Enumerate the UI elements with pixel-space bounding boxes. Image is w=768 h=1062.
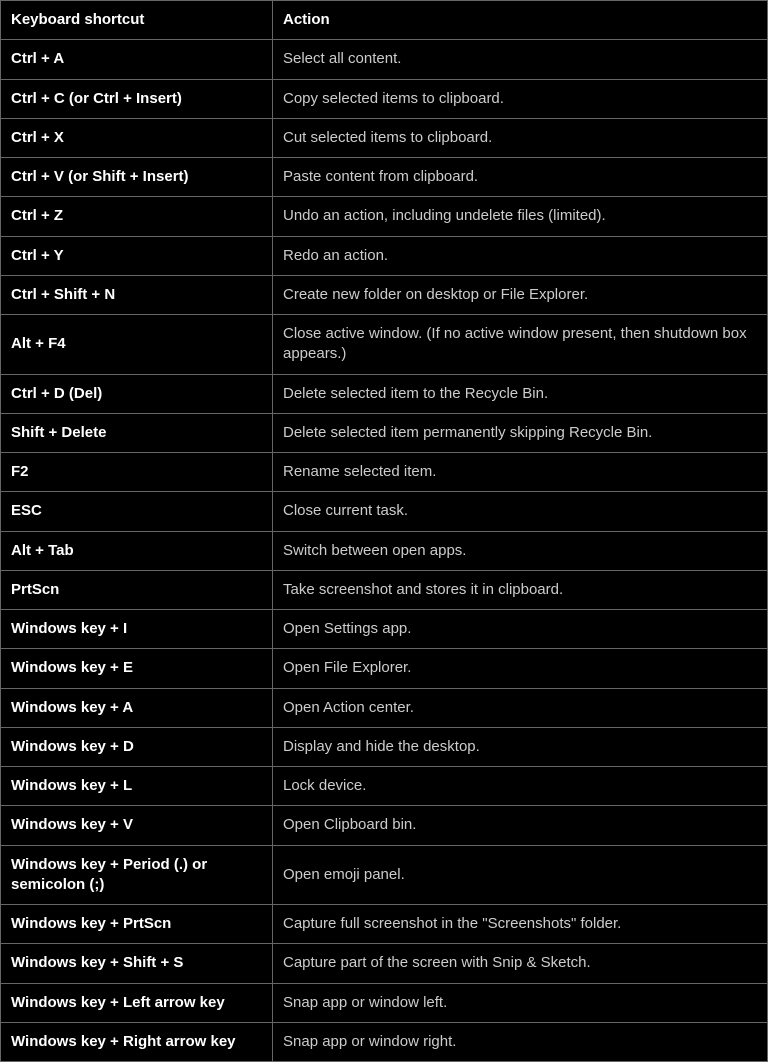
header-shortcut: Keyboard shortcut: [1, 1, 273, 40]
table-row: Windows key + VOpen Clipboard bin.: [1, 806, 768, 845]
shortcut-cell: Ctrl + V (or Shift + Insert): [1, 158, 273, 197]
shortcut-cell: Windows key + Period (.) or semicolon (;…: [1, 845, 273, 905]
action-cell: Open emoji panel.: [273, 845, 768, 905]
shortcut-cell: Windows key + Left arrow key: [1, 983, 273, 1022]
shortcut-cell: Windows key + D: [1, 727, 273, 766]
table-row: Windows key + DDisplay and hide the desk…: [1, 727, 768, 766]
shortcut-cell: Alt + Tab: [1, 531, 273, 570]
shortcut-cell: Windows key + A: [1, 688, 273, 727]
action-cell: Snap app or window left.: [273, 983, 768, 1022]
shortcut-cell: Ctrl + A: [1, 40, 273, 79]
action-cell: Open Clipboard bin.: [273, 806, 768, 845]
action-cell: Snap app or window right.: [273, 1022, 768, 1061]
action-cell: Close current task.: [273, 492, 768, 531]
table-row: Windows key + Left arrow keySnap app or …: [1, 983, 768, 1022]
shortcut-cell: Windows key + Right arrow key: [1, 1022, 273, 1061]
table-row: Ctrl + ASelect all content.: [1, 40, 768, 79]
table-row: Windows key + LLock device.: [1, 767, 768, 806]
table-row: PrtScnTake screenshot and stores it in c…: [1, 570, 768, 609]
action-cell: Undo an action, including undelete files…: [273, 197, 768, 236]
table-row: Windows key + IOpen Settings app.: [1, 610, 768, 649]
action-cell: Rename selected item.: [273, 453, 768, 492]
table-row: Ctrl + Shift + NCreate new folder on des…: [1, 275, 768, 314]
shortcuts-table: Keyboard shortcut Action Ctrl + ASelect …: [0, 0, 768, 1062]
table-row: Alt + TabSwitch between open apps.: [1, 531, 768, 570]
action-cell: Take screenshot and stores it in clipboa…: [273, 570, 768, 609]
table-header-row: Keyboard shortcut Action: [1, 1, 768, 40]
action-cell: Switch between open apps.: [273, 531, 768, 570]
shortcut-cell: Ctrl + C (or Ctrl + Insert): [1, 79, 273, 118]
table-row: Ctrl + C (or Ctrl + Insert)Copy selected…: [1, 79, 768, 118]
table-row: Ctrl + YRedo an action.: [1, 236, 768, 275]
table-row: Windows key + PrtScnCapture full screens…: [1, 905, 768, 944]
table-row: Ctrl + XCut selected items to clipboard.: [1, 118, 768, 157]
action-cell: Delete selected item to the Recycle Bin.: [273, 374, 768, 413]
shortcut-cell: Windows key + I: [1, 610, 273, 649]
action-cell: Capture part of the screen with Snip & S…: [273, 944, 768, 983]
action-cell: Open Settings app.: [273, 610, 768, 649]
action-cell: Capture full screenshot in the "Screensh…: [273, 905, 768, 944]
table-row: Alt + F4Close active window. (If no acti…: [1, 315, 768, 375]
shortcut-cell: Windows key + Shift + S: [1, 944, 273, 983]
table-row: ESCClose current task.: [1, 492, 768, 531]
shortcut-cell: Ctrl + Y: [1, 236, 273, 275]
action-cell: Select all content.: [273, 40, 768, 79]
shortcut-cell: Windows key + V: [1, 806, 273, 845]
action-cell: Create new folder on desktop or File Exp…: [273, 275, 768, 314]
table-row: Windows key + Right arrow keySnap app or…: [1, 1022, 768, 1061]
action-cell: Open Action center.: [273, 688, 768, 727]
table-row: Windows key + EOpen File Explorer.: [1, 649, 768, 688]
action-cell: Close active window. (If no active windo…: [273, 315, 768, 375]
table-row: Ctrl + D (Del)Delete selected item to th…: [1, 374, 768, 413]
shortcut-cell: PrtScn: [1, 570, 273, 609]
action-cell: Open File Explorer.: [273, 649, 768, 688]
shortcut-cell: Windows key + PrtScn: [1, 905, 273, 944]
table-row: Ctrl + ZUndo an action, including undele…: [1, 197, 768, 236]
table-row: Windows key + Shift + SCapture part of t…: [1, 944, 768, 983]
table-row: Ctrl + V (or Shift + Insert)Paste conten…: [1, 158, 768, 197]
shortcut-cell: Shift + Delete: [1, 413, 273, 452]
shortcut-cell: Ctrl + X: [1, 118, 273, 157]
table-row: Shift + DeleteDelete selected item perma…: [1, 413, 768, 452]
shortcut-cell: Ctrl + Z: [1, 197, 273, 236]
action-cell: Paste content from clipboard.: [273, 158, 768, 197]
action-cell: Redo an action.: [273, 236, 768, 275]
table-row: Windows key + Period (.) or semicolon (;…: [1, 845, 768, 905]
table-row: F2Rename selected item.: [1, 453, 768, 492]
action-cell: Lock device.: [273, 767, 768, 806]
shortcut-cell: Ctrl + D (Del): [1, 374, 273, 413]
action-cell: Cut selected items to clipboard.: [273, 118, 768, 157]
shortcut-cell: Alt + F4: [1, 315, 273, 375]
shortcut-cell: ESC: [1, 492, 273, 531]
action-cell: Delete selected item permanently skippin…: [273, 413, 768, 452]
shortcut-cell: Windows key + L: [1, 767, 273, 806]
shortcut-cell: Windows key + E: [1, 649, 273, 688]
action-cell: Copy selected items to clipboard.: [273, 79, 768, 118]
action-cell: Display and hide the desktop.: [273, 727, 768, 766]
header-action: Action: [273, 1, 768, 40]
shortcut-cell: Ctrl + Shift + N: [1, 275, 273, 314]
table-row: Windows key + AOpen Action center.: [1, 688, 768, 727]
shortcut-cell: F2: [1, 453, 273, 492]
